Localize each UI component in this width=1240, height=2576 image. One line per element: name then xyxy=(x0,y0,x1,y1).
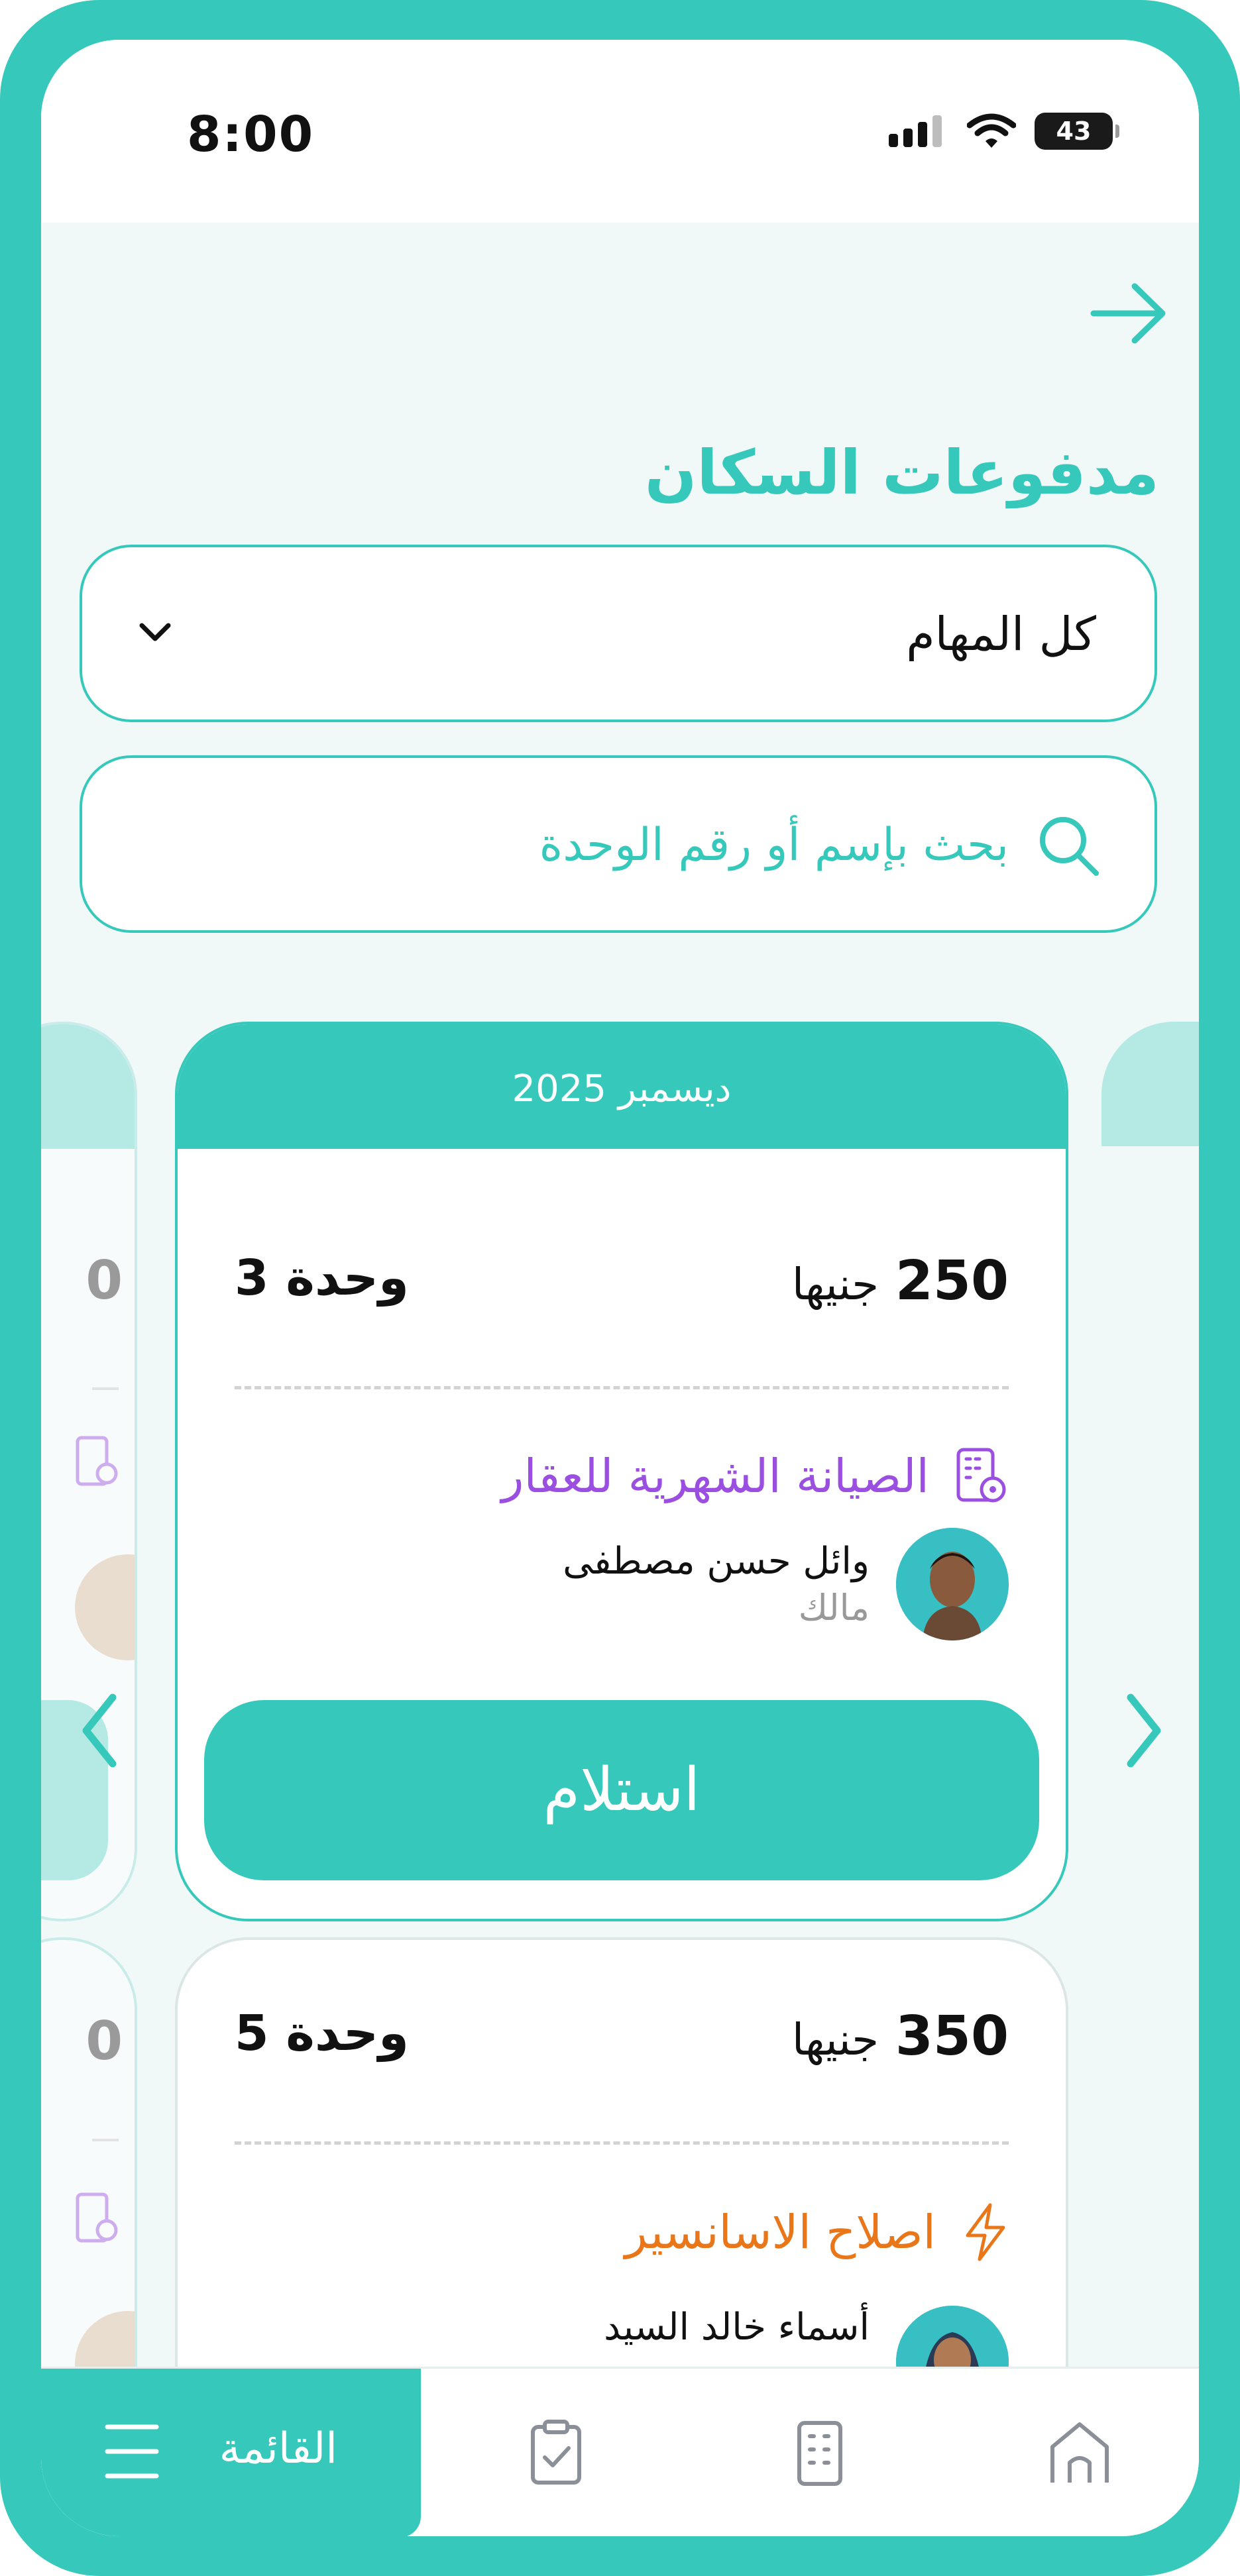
search-placeholder: بحث بإسم أو رقم الوحدة xyxy=(539,819,1009,871)
chevron-down-icon xyxy=(139,623,171,641)
unit-label: وحدة 5 xyxy=(235,2005,410,2062)
menu-button[interactable]: القائمة xyxy=(41,2369,421,2536)
resident-info: وائل حسن مصطفى مالك xyxy=(563,1540,870,1629)
filter-selected-value: كل المهام xyxy=(906,607,1096,661)
building-gear-icon xyxy=(76,2192,118,2243)
menu-label: القائمة xyxy=(219,2424,337,2473)
building-icon[interactable] xyxy=(783,2416,856,2489)
status-bar: 8:00 43 xyxy=(41,40,1199,223)
card-divider xyxy=(235,1386,1009,1389)
payment-amount: 250 جنيها xyxy=(792,1250,1009,1313)
search-input[interactable]: بحث بإسم أو رقم الوحدة xyxy=(80,755,1157,933)
tasks-filter-dropdown[interactable]: كل المهام xyxy=(80,545,1157,722)
prev-card-amount: 0 xyxy=(85,1250,123,1311)
carousel-prev-arrow[interactable] xyxy=(68,1684,134,1777)
prev-card-2-divider xyxy=(92,2139,119,2141)
resident-photo xyxy=(896,1528,1009,1640)
status-icons: 43 xyxy=(889,111,1119,151)
card-divider xyxy=(235,2141,1009,2145)
hamburger-icon xyxy=(105,2424,159,2479)
signal-icon xyxy=(889,115,942,147)
lightning-icon xyxy=(966,2203,1005,2261)
building-gear-icon xyxy=(956,1448,1006,1503)
tasks-icon[interactable] xyxy=(520,2416,592,2489)
app-screen: 8:00 43 مدفوعات السكان كل المهام بحث بإس… xyxy=(41,40,1199,2536)
status-time: 8:00 xyxy=(187,106,315,163)
resident-role: مالك xyxy=(798,1587,870,1629)
amount-currency: جنيها xyxy=(791,2014,879,2065)
back-arrow-icon[interactable] xyxy=(1088,277,1168,350)
prev-card-divider xyxy=(92,1387,119,1390)
prev-card-avatar xyxy=(75,1554,135,1660)
unit-label: وحدة 3 xyxy=(235,1250,410,1307)
bottom-navigation: القائمة xyxy=(41,2367,1199,2536)
prev-card-2-amount: 0 xyxy=(85,2010,123,2072)
carousel-next-arrow[interactable] xyxy=(1109,1684,1176,1777)
building-gear-icon xyxy=(76,1436,118,1486)
payment-card: ديسمبر 2025 250 جنيها وحدة 3 الصيانة الش… xyxy=(175,1022,1068,1921)
amount-value: 250 xyxy=(895,1250,1009,1313)
receive-button[interactable]: استلام xyxy=(204,1700,1039,1880)
payment-amount: 350 جنيها xyxy=(792,2005,1009,2068)
prev-card-header xyxy=(41,1024,135,1149)
wifi-icon xyxy=(967,113,1016,148)
payment-month-header: ديسمبر 2025 xyxy=(178,1024,1066,1149)
resident-name: وائل حسن مصطفى xyxy=(563,1540,870,1583)
resident-row: وائل حسن مصطفى مالك xyxy=(563,1528,1009,1640)
service-row: اصلاح الاسانسير xyxy=(625,2202,1009,2262)
battery-icon: 43 xyxy=(1035,113,1119,150)
search-icon xyxy=(1040,817,1099,876)
amount-value: 350 xyxy=(895,2005,1009,2068)
page-title: مدفوعات السكان xyxy=(644,437,1159,508)
next-card-peek[interactable] xyxy=(1101,1022,1199,1146)
service-name: اصلاح الاسانسير xyxy=(624,2205,936,2259)
resident-info: أسماء خالد السيد xyxy=(604,2306,870,2349)
prev-card-peek[interactable]: 0 xyxy=(41,1022,137,1921)
phone-frame: 8:00 43 مدفوعات السكان كل المهام بحث بإس… xyxy=(0,0,1240,2576)
resident-avatar xyxy=(896,1528,1009,1640)
amount-currency: جنيها xyxy=(791,1259,879,1310)
home-icon[interactable] xyxy=(1043,2416,1116,2489)
service-name: الصيانة الشهرية للعقار xyxy=(501,1449,929,1503)
prev-card-peek-2[interactable]: 0 xyxy=(41,1937,137,2441)
service-row: الصيانة الشهرية للعقار xyxy=(502,1447,1009,1505)
resident-name: أسماء خالد السيد xyxy=(604,2306,870,2349)
